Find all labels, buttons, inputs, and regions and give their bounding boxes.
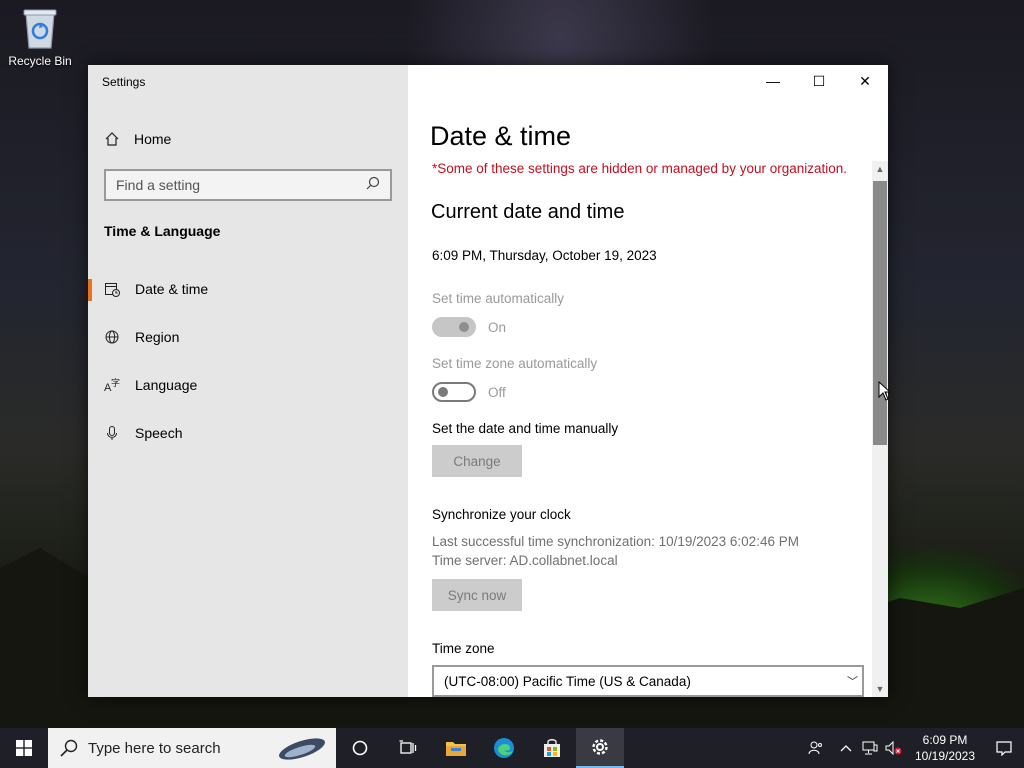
edge-button[interactable] [480, 728, 528, 768]
settings-taskbar-button[interactable] [576, 728, 624, 768]
settings-window: Settings Home Time & Language Date & tim… [88, 65, 888, 697]
sync-now-button[interactable]: Sync now [432, 579, 522, 611]
sidebar-item-label: Region [135, 329, 180, 345]
task-view-icon [399, 740, 417, 754]
desktop-icon-label: Recycle Bin [8, 54, 72, 68]
chevron-down-icon: ﹀ [847, 676, 858, 688]
toggle-knob [438, 387, 448, 397]
calendar-clock-icon [104, 281, 120, 297]
desktop-icon-recycle-bin[interactable]: Recycle Bin [4, 6, 76, 68]
set-time-auto-label: Set time automatically [432, 291, 565, 306]
recycle-bin-icon [21, 6, 59, 50]
set-time-auto-state: On [488, 320, 507, 335]
volume-muted-icon [885, 741, 902, 755]
scrollbar-thumb[interactable] [873, 181, 887, 445]
edge-icon [494, 738, 514, 758]
show-hidden-icons-button[interactable] [834, 728, 858, 768]
sidebar-item-region[interactable]: Region [88, 317, 408, 357]
file-explorer-icon [446, 742, 466, 756]
sync-heading: Synchronize your clock [432, 507, 571, 522]
cortana-button[interactable] [336, 728, 384, 768]
volume-button[interactable] [882, 728, 906, 768]
search-icon[interactable] [366, 176, 380, 195]
action-center-button[interactable] [984, 728, 1024, 768]
taskbar-search-placeholder: Type here to search [88, 739, 221, 757]
start-button[interactable] [0, 728, 48, 768]
timezone-label: Time zone [432, 641, 495, 656]
settings-gear-icon [592, 739, 608, 755]
timezone-value: (UTC-08:00) Pacific Time (US & Canada) [444, 673, 691, 689]
taskbar-clock[interactable]: 6:09 PM 10/19/2023 [906, 732, 984, 764]
network-icon [862, 741, 878, 755]
set-tz-auto-label: Set time zone automatically [432, 356, 598, 371]
window-caption-buttons: — ☐ ✕ [750, 65, 888, 97]
file-explorer-button[interactable] [432, 728, 480, 768]
system-tray: 6:09 PM 10/19/2023 [798, 728, 1024, 768]
scroll-up-arrow-icon[interactable]: ▲ [872, 161, 888, 177]
toggle-knob [459, 322, 469, 332]
task-view-button[interactable] [384, 728, 432, 768]
change-button[interactable]: Change [432, 445, 522, 477]
page-title: Date & time [430, 121, 572, 151]
nav-home-label: Home [134, 131, 172, 147]
scroll-down-arrow-icon[interactable]: ▼ [872, 681, 888, 697]
maximize-button[interactable]: ☐ [796, 65, 842, 97]
vertical-scrollbar[interactable]: ▲ ▼ [872, 161, 888, 697]
chevron-up-icon [840, 745, 852, 752]
taskbar: Type here to search 6:09 PM 10/19/2023 [0, 728, 1024, 768]
managed-notice: *Some of these settings are hidden or ma… [432, 161, 848, 176]
last-sync-text: Last successful time synchronization: 10… [432, 534, 799, 549]
manual-set-label: Set the date and time manually [432, 421, 619, 436]
set-tz-auto-toggle[interactable] [432, 382, 476, 402]
sidebar-item-label: Speech [135, 425, 183, 441]
settings-search-input[interactable] [116, 177, 366, 193]
taskbar-search-box[interactable]: Type here to search [48, 728, 336, 768]
close-button[interactable]: ✕ [842, 65, 888, 97]
language-icon: A字 [104, 377, 120, 393]
search-highlight-whale-icon [279, 738, 325, 760]
clock-date: 10/19/2023 [914, 749, 976, 763]
microphone-icon [104, 425, 120, 441]
current-date-heading: Current date and time [431, 201, 625, 223]
time-server-text: Time server: AD.collabnet.local [432, 553, 618, 568]
current-datetime: 6:09 PM, Thursday, October 19, 2023 [432, 248, 657, 263]
section-title: Time & Language [104, 223, 221, 239]
svg-text:字: 字 [111, 377, 120, 388]
settings-search-box[interactable] [104, 169, 392, 201]
set-time-auto-toggle[interactable] [432, 317, 476, 337]
store-button[interactable] [528, 728, 576, 768]
cortana-icon [352, 740, 368, 756]
settings-scroll-area: Current date and time 6:09 PM, Thursday,… [408, 181, 872, 697]
search-icon [60, 739, 78, 757]
sidebar-item-language[interactable]: A字 Language [88, 365, 408, 405]
sidebar-item-speech[interactable]: Speech [88, 413, 408, 453]
mouse-cursor-icon [878, 381, 890, 401]
home-icon [104, 131, 120, 147]
people-icon [808, 741, 822, 755]
content-pane: — ☐ ✕ Date & time *Some of these setting… [408, 65, 888, 697]
clock-time: 6:09 PM [922, 733, 968, 747]
notification-icon [996, 741, 1012, 756]
store-icon [544, 739, 560, 757]
sidebar-item-label: Language [135, 377, 198, 393]
globe-icon [104, 329, 120, 345]
timezone-select[interactable]: (UTC-08:00) Pacific Time (US & Canada) ﹀ [432, 665, 864, 697]
set-tz-auto-state: Off [488, 385, 506, 400]
people-button[interactable] [798, 728, 834, 768]
window-title: Settings [102, 75, 146, 89]
nav-home[interactable]: Home [104, 129, 171, 149]
network-button[interactable] [858, 728, 882, 768]
sidebar: Settings Home Time & Language Date & tim… [88, 65, 408, 697]
windows-logo-icon [16, 740, 32, 756]
sidebar-item-label: Date & time [135, 281, 209, 297]
minimize-button[interactable]: — [750, 65, 796, 97]
sidebar-item-date-time[interactable]: Date & time [88, 269, 408, 309]
